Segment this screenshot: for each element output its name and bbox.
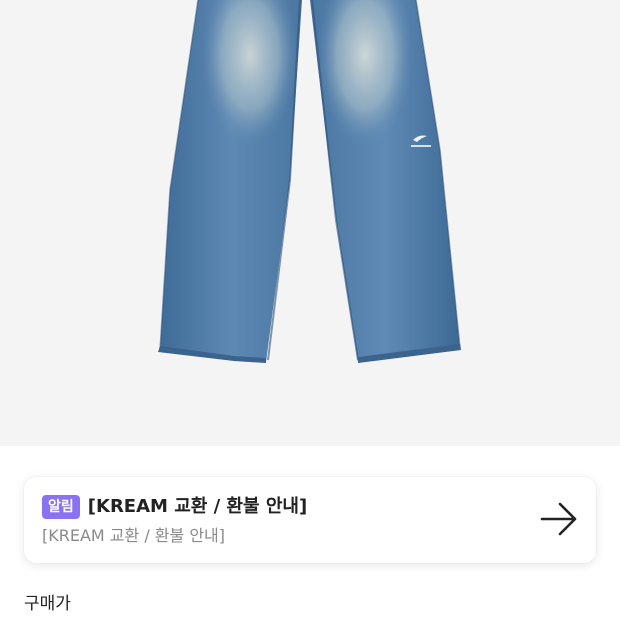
price-label: 구매가 [24, 594, 71, 614]
notice-header: 알림 [KREAM 교환 / 환불 안내] [42, 495, 307, 519]
arrow-right-icon[interactable] [540, 502, 578, 536]
jeans-image [158, 0, 461, 363]
notice-card[interactable]: 알림 [KREAM 교환 / 환불 안내] [KREAM 교환 / 환불 안내] [24, 477, 596, 563]
notice-title: [KREAM 교환 / 환불 안내] [87, 496, 308, 517]
notice-subtitle: [KREAM 교환 / 환불 안내] [42, 526, 226, 545]
product-detail-page: 알림 [KREAM 교환 / 환불 안내] [KREAM 교환 / 환불 안내]… [0, 0, 620, 620]
notice-badge: 알림 [42, 495, 80, 519]
product-image[interactable] [0, 0, 620, 446]
